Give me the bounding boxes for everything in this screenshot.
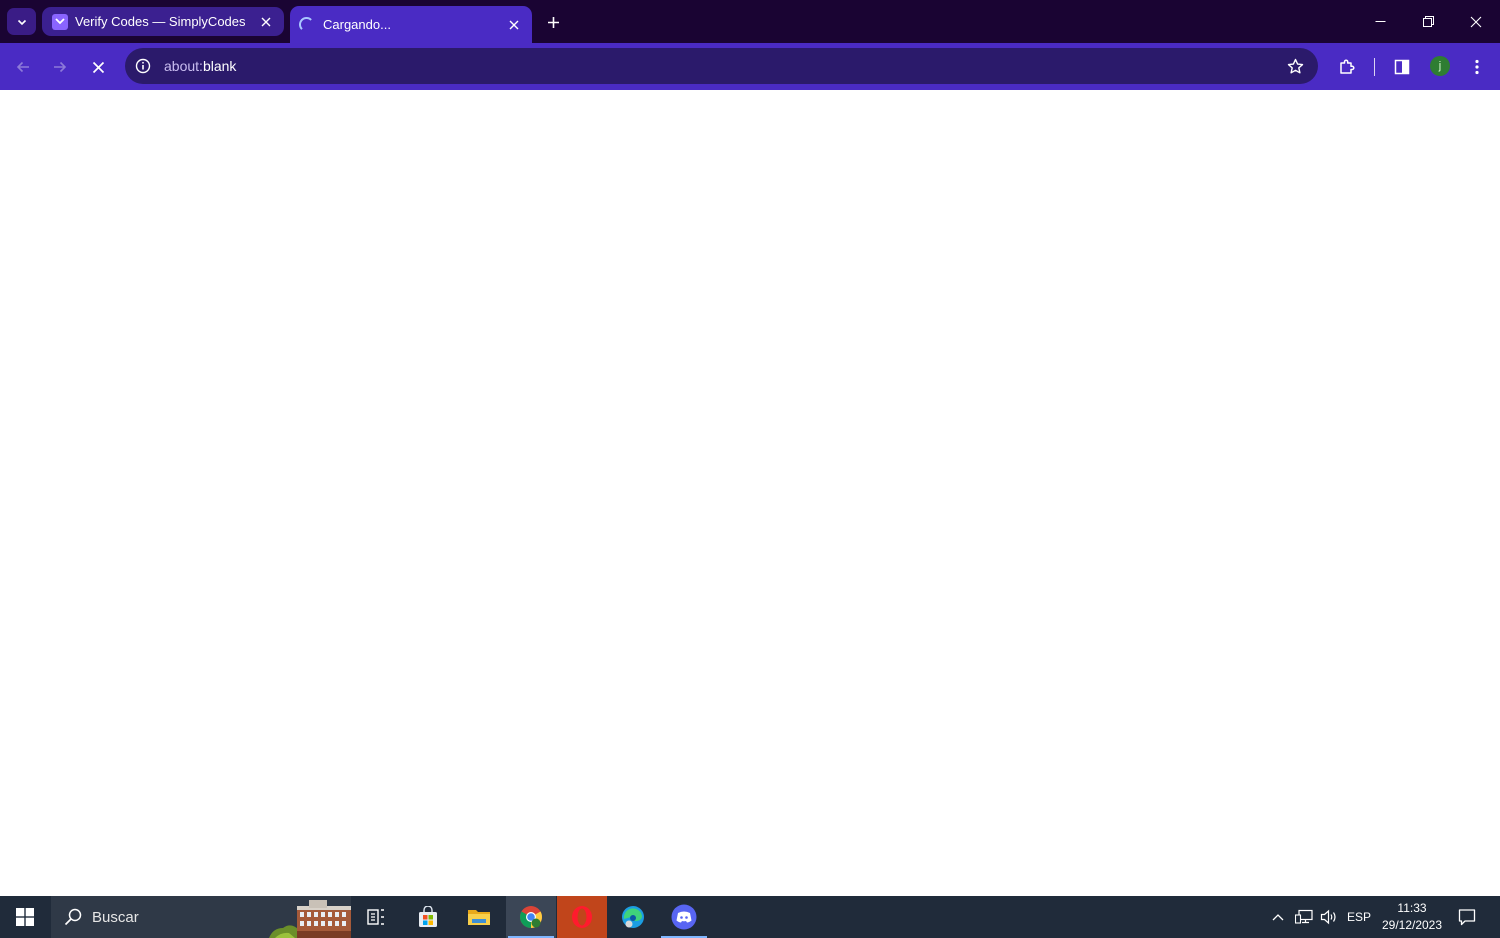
tab-title: Verify Codes — SimplyCodes [75, 14, 246, 29]
simplycodes-icon [52, 13, 68, 30]
chevron-down-icon [17, 19, 26, 25]
notification-icon [1458, 909, 1476, 926]
file-explorer-button[interactable] [454, 896, 504, 938]
minimize-icon [1375, 21, 1385, 22]
menu-button[interactable] [1462, 52, 1492, 82]
taskbar-search-box[interactable]: Buscar [51, 896, 351, 938]
close-tab-button[interactable] [257, 13, 275, 31]
browser-toolbar: about:blank [0, 43, 1500, 90]
microsoft-store-icon [419, 906, 437, 927]
edge-icon [622, 906, 644, 928]
close-icon [509, 20, 519, 29]
stop-loading-button[interactable] [83, 52, 113, 82]
chevron-up-icon [1272, 914, 1284, 921]
discord-taskbar-button[interactable] [659, 896, 709, 938]
speaker-icon [1320, 909, 1336, 925]
new-tab-button[interactable] [540, 9, 566, 35]
windows-taskbar: Buscar ESP 11:33 29/12/2023 [0, 896, 1500, 938]
microsoft-store-button[interactable] [403, 896, 453, 938]
close-window-button[interactable] [1453, 0, 1499, 43]
arrow-right-icon [54, 61, 67, 73]
minimize-button[interactable] [1357, 0, 1403, 43]
tab-simplycodes[interactable]: Verify Codes — SimplyCodes [42, 7, 284, 36]
search-icon [64, 908, 82, 926]
chrome-icon [520, 906, 542, 928]
site-info-icon[interactable] [134, 57, 152, 75]
taskbar-clock[interactable]: 11:33 29/12/2023 [1378, 900, 1446, 934]
more-vert-icon [1475, 59, 1479, 75]
close-icon [92, 61, 104, 73]
tab-loading[interactable]: Cargando... [290, 6, 532, 43]
task-view-button[interactable] [351, 896, 401, 938]
close-icon [261, 17, 271, 26]
arrow-left-icon [16, 61, 29, 73]
notifications-button[interactable] [1452, 896, 1482, 938]
input-language-button[interactable]: ESP [1344, 896, 1374, 938]
forward-button[interactable] [45, 52, 75, 82]
task-view-icon [367, 909, 384, 925]
clock-time: 11:33 [1397, 901, 1427, 915]
folder-icon [468, 910, 490, 925]
network-icon [1295, 909, 1313, 924]
url-scheme: about: [164, 58, 203, 74]
close-tab-button[interactable] [505, 16, 523, 34]
volume-button[interactable] [1318, 896, 1340, 938]
restore-button[interactable] [1405, 0, 1451, 43]
url-host: blank [202, 58, 237, 74]
url-text[interactable]: about:blank [164, 58, 236, 74]
side-panel-icon [1394, 59, 1410, 75]
bookmark-star-icon[interactable] [1286, 57, 1304, 75]
browser-tab-strip: Verify Codes — SimplyCodes Cargando... [0, 0, 1500, 43]
opera-icon [572, 906, 592, 928]
side-panel-button[interactable] [1387, 52, 1417, 82]
toolbar-divider [1374, 58, 1375, 76]
back-button[interactable] [8, 52, 38, 82]
plus-icon [547, 16, 559, 28]
puzzle-icon [1340, 59, 1355, 74]
address-bar[interactable]: about:blank [125, 48, 1318, 84]
start-button[interactable] [0, 896, 50, 938]
network-button[interactable] [1292, 896, 1316, 938]
loading-spinner-icon [299, 17, 314, 32]
edge-taskbar-button[interactable] [608, 896, 658, 938]
discord-icon [671, 904, 697, 930]
profile-avatar[interactable]: j [1430, 56, 1450, 76]
search-highlight-illustration [269, 900, 351, 938]
restore-icon [1422, 16, 1434, 27]
opera-taskbar-button[interactable] [557, 896, 607, 938]
search-placeholder: Buscar [92, 909, 139, 926]
page-content-blank [0, 90, 1500, 896]
show-hidden-icons-button[interactable] [1268, 896, 1288, 938]
chrome-taskbar-button[interactable] [506, 896, 556, 938]
clock-date: 29/12/2023 [1381, 918, 1443, 932]
tab-search-button[interactable] [7, 8, 36, 35]
windows-logo-icon [16, 908, 34, 926]
close-icon [1470, 16, 1482, 27]
extensions-button[interactable] [1332, 52, 1362, 82]
tab-title: Cargando... [323, 17, 391, 32]
